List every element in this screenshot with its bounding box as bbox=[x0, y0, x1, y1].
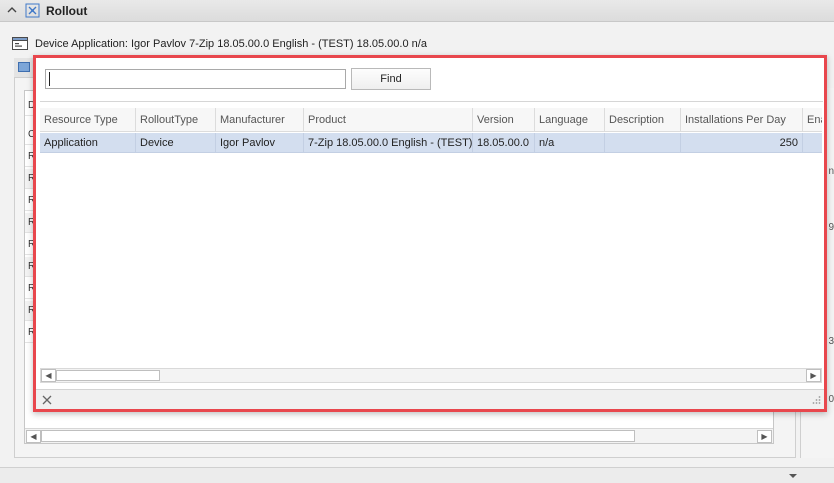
background-right-fragment: 9 bbox=[828, 222, 834, 233]
cell-product[interactable]: 7-Zip 18.05.00.0 English - (TEST) bbox=[304, 133, 473, 153]
column-header-manufacturer[interactable]: Manufacturer bbox=[216, 108, 304, 132]
background-right-fragment: 0 bbox=[828, 394, 834, 405]
cell-manufacturer[interactable]: Igor Pavlov bbox=[216, 133, 304, 153]
cell-installations-per-day[interactable]: 250 bbox=[681, 133, 803, 153]
resize-grip-icon[interactable] bbox=[811, 395, 821, 405]
scroll-right-icon[interactable]: ▶ bbox=[806, 369, 821, 382]
chevron-up-icon[interactable] bbox=[6, 4, 18, 16]
cell-language[interactable]: n/a bbox=[535, 133, 605, 153]
scroll-left-icon[interactable]: ◀ bbox=[41, 369, 56, 382]
rollout-header: Rollout bbox=[0, 0, 834, 22]
cell-resource-type[interactable]: Application bbox=[40, 133, 136, 153]
column-header-enabled[interactable]: Ena bbox=[803, 108, 822, 132]
find-button[interactable]: Find bbox=[351, 68, 431, 90]
column-header-rollout-type[interactable]: RolloutType bbox=[136, 108, 216, 132]
table-row[interactable]: Application Device Igor Pavlov 7-Zip 18.… bbox=[40, 133, 822, 153]
header-title: Rollout bbox=[46, 4, 88, 18]
lookup-popup: Find Resource Type RolloutType Manufactu… bbox=[33, 55, 827, 412]
cell-description[interactable] bbox=[605, 133, 681, 153]
device-application-icon bbox=[12, 37, 28, 50]
window-icon bbox=[18, 62, 30, 72]
scroll-right-icon[interactable]: ▶ bbox=[757, 430, 772, 443]
column-header-resource-type[interactable]: Resource Type bbox=[40, 108, 136, 132]
cell-enabled[interactable] bbox=[803, 133, 822, 153]
scrollbar-thumb[interactable] bbox=[56, 370, 160, 381]
device-application-label[interactable]: Device Application: Igor Pavlov 7-Zip 18… bbox=[35, 38, 427, 50]
background-right-fragment: n bbox=[828, 166, 834, 177]
cell-rollout-type[interactable]: Device bbox=[136, 133, 216, 153]
search-input[interactable] bbox=[45, 69, 346, 89]
grid-header: Resource Type RolloutType Manufacturer P… bbox=[40, 108, 822, 132]
cell-version[interactable]: 18.05.00.0 bbox=[473, 133, 535, 153]
close-icon[interactable] bbox=[42, 395, 52, 405]
text-caret bbox=[49, 72, 50, 86]
column-header-language[interactable]: Language bbox=[535, 108, 605, 132]
popup-horizontal-scrollbar[interactable]: ◀ ▶ bbox=[40, 368, 822, 383]
divider bbox=[40, 101, 823, 102]
column-header-product[interactable]: Product bbox=[304, 108, 473, 132]
rollout-icon bbox=[25, 3, 40, 18]
column-header-installations-per-day[interactable]: Installations Per Day bbox=[681, 108, 803, 132]
column-header-description[interactable]: Description bbox=[605, 108, 681, 132]
scroll-left-icon[interactable]: ◀ bbox=[26, 430, 41, 443]
column-header-version[interactable]: Version bbox=[473, 108, 535, 132]
background-horizontal-scrollbar[interactable]: ◀ ▶ bbox=[25, 428, 773, 443]
background-right-fragment: 3 bbox=[828, 336, 834, 347]
popup-footer bbox=[36, 389, 824, 409]
chevron-down-icon[interactable] bbox=[788, 472, 798, 480]
results-grid: Resource Type RolloutType Manufacturer P… bbox=[40, 108, 822, 363]
scrollbar-thumb[interactable] bbox=[41, 430, 635, 442]
